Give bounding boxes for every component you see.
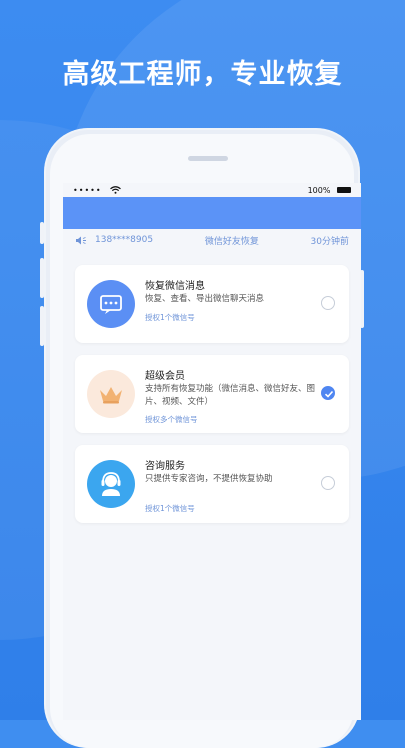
option-desc: 只提供专家咨询，不提供恢复协助	[145, 474, 273, 484]
battery-text: 100%	[307, 185, 331, 195]
option-auth: 授权多个微信号	[145, 415, 198, 424]
option-radio[interactable]	[321, 476, 335, 490]
promo-headline: 高级工程师，专业恢复	[62, 59, 343, 90]
option-card-consulting[interactable]: 咨询服务 只提供专家咨询，不提供恢复协助 授权1个微信号	[75, 445, 349, 523]
option-card-super-member[interactable]: 超级会员 支持所有恢复功能（微信消息、微信好友、图片、视频、文件） 授权多个微信…	[75, 355, 349, 433]
option-icon-bg	[87, 280, 135, 328]
option-title: 恢复微信消息	[145, 281, 205, 292]
battery-indicator: 100%	[308, 186, 351, 195]
phone-side-button	[40, 222, 44, 244]
wifi-icon	[110, 186, 122, 194]
notice-time: 30分钟前	[310, 236, 349, 247]
check-icon	[324, 390, 334, 398]
option-radio[interactable]	[321, 296, 335, 310]
phone-side-button	[40, 306, 44, 346]
battery-icon	[337, 187, 351, 193]
status-bar: ••••• 100%	[63, 183, 361, 197]
option-auth: 授权1个微信号	[145, 313, 195, 322]
option-auth: 授权1个微信号	[145, 504, 195, 513]
option-card-recover-messages[interactable]: 恢复微信消息 恢复、查看、导出微信聊天消息 授权1个微信号	[75, 265, 349, 343]
phone-side-button	[40, 258, 44, 298]
option-title: 咨询服务	[145, 461, 185, 472]
headset-agent-icon	[101, 472, 121, 496]
notice-action: 微信好友恢复	[204, 236, 259, 247]
recovery-notice: 138****8905 微信好友恢复 30分钟前	[63, 229, 361, 251]
option-title: 超级会员	[145, 371, 185, 382]
speaker-icon	[76, 236, 86, 244]
option-radio-checked[interactable]	[321, 386, 335, 400]
app-bar	[63, 197, 361, 229]
phone-screen: ••••• 100% 138****8905 微信好友恢复 30分钟前 恢复微信…	[63, 183, 361, 720]
chat-icon	[100, 295, 122, 314]
option-icon-bg	[87, 370, 135, 418]
option-desc: 支持所有恢复功能（微信消息、微信好友、图片、视频、文件）	[145, 384, 316, 407]
signal-dots: •••••	[73, 185, 102, 195]
phone-speaker	[188, 156, 228, 161]
option-desc: 恢复、查看、导出微信聊天消息	[145, 294, 265, 304]
crown-icon	[100, 387, 122, 404]
option-icon-bg	[87, 460, 135, 508]
notice-phone: 138****8905	[95, 235, 154, 245]
signal-indicator: •••••	[73, 185, 122, 195]
